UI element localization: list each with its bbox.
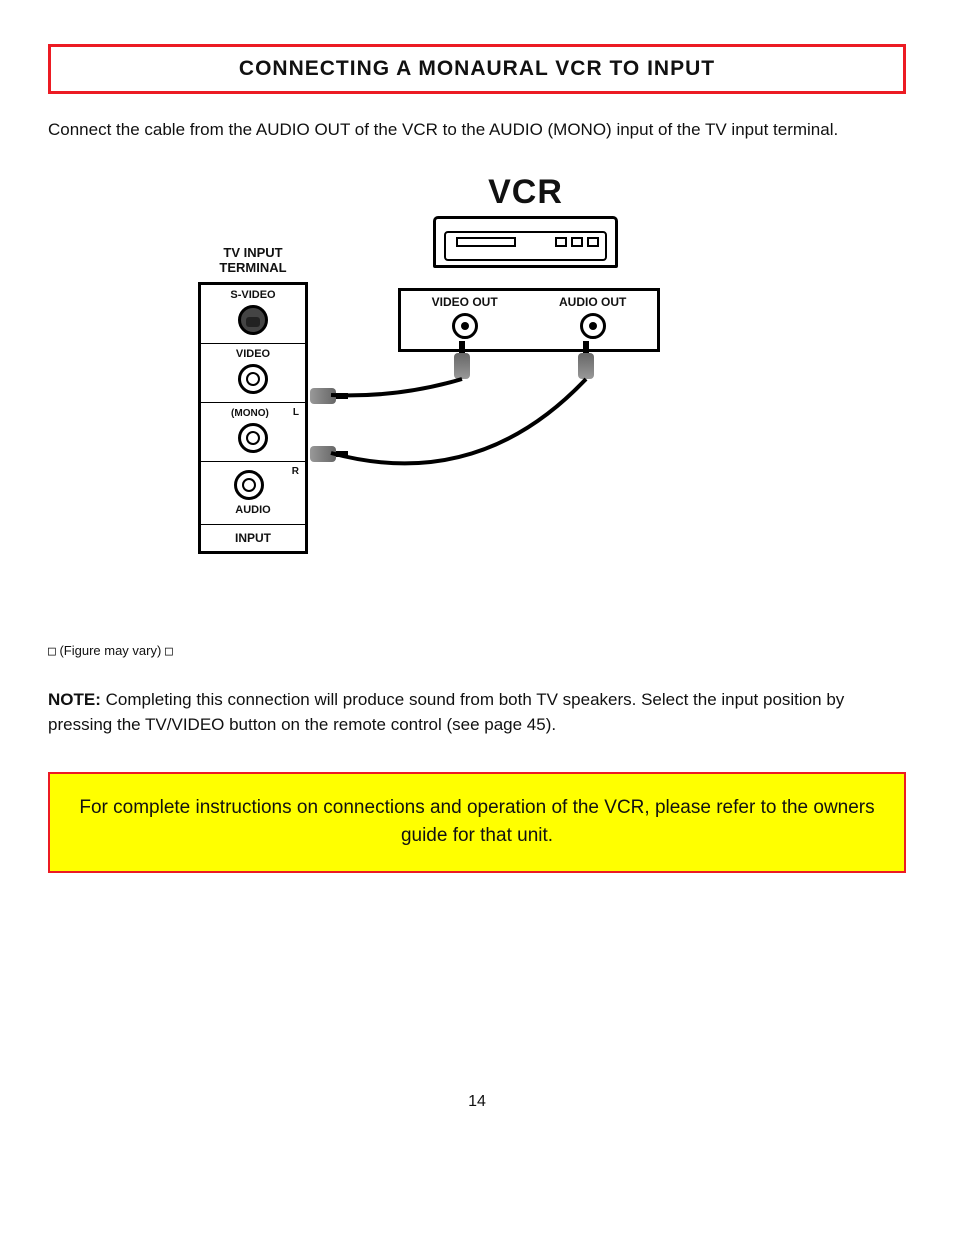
- rca-plug-icon: [578, 353, 594, 379]
- tv-input-terminal: TV INPUT TERMINAL S-VIDEO VIDEO (MONO) L: [198, 245, 308, 554]
- figure-caption: □ (Figure may vary) □: [48, 643, 906, 659]
- section-title: CONNECTING A MONAURAL VCR TO INPUT: [48, 44, 906, 94]
- r-label: R: [292, 466, 299, 477]
- video-out-port: VIDEO OUT: [432, 295, 498, 339]
- mono-label: (MONO): [231, 408, 269, 419]
- svideo-jack-icon: [238, 305, 268, 335]
- rca-plug-icon: [310, 446, 336, 462]
- audio-out-port: AUDIO OUT: [559, 295, 626, 339]
- input-label: INPUT: [201, 525, 305, 551]
- audio-out-label: AUDIO OUT: [559, 295, 626, 309]
- rca-plug-icon: [310, 388, 336, 404]
- tv-terminal-title-2: TERMINAL: [219, 260, 286, 275]
- caption-prefix: (Figure may vary): [59, 643, 161, 658]
- vcr-label: VCR: [433, 173, 618, 212]
- video-label: VIDEO: [236, 348, 270, 360]
- vcr-block: VCR: [433, 173, 618, 268]
- rca-jack-icon: [580, 313, 606, 339]
- audio-label: AUDIO: [207, 504, 299, 516]
- svideo-label: S-VIDEO: [230, 289, 275, 301]
- rca-jack-icon: [238, 423, 268, 453]
- connection-diagram: VCR VIDEO OUT AUDIO: [48, 173, 906, 613]
- vcr-device-icon: [433, 216, 618, 268]
- l-label: L: [293, 407, 299, 418]
- rca-jack-icon: [238, 364, 268, 394]
- note-body: Completing this connection will produce …: [48, 690, 844, 735]
- rca-plug-icon: [454, 353, 470, 379]
- vcr-rear-panel: VIDEO OUT AUDIO OUT: [398, 288, 660, 352]
- video-out-label: VIDEO OUT: [432, 295, 498, 309]
- note-lead: NOTE:: [48, 690, 101, 709]
- note-paragraph: NOTE: Completing this connection will pr…: [48, 687, 906, 738]
- callout-box: For complete instructions on connections…: [48, 772, 906, 873]
- rca-jack-icon: [452, 313, 478, 339]
- intro-text: Connect the cable from the AUDIO OUT of …: [48, 118, 906, 143]
- rca-jack-icon: [234, 470, 264, 500]
- page-number: 14: [48, 1093, 906, 1111]
- tv-terminal-title-1: TV INPUT: [223, 245, 282, 260]
